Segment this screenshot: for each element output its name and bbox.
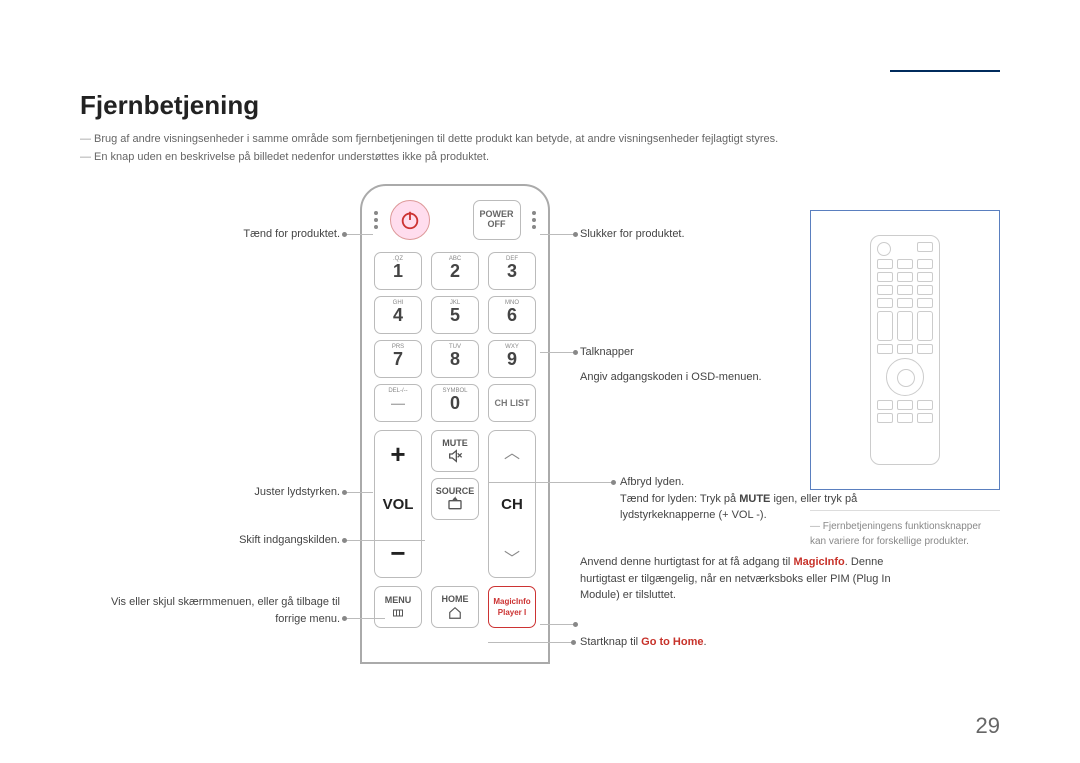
power-off-button: POWER OFF xyxy=(473,200,521,240)
magicinfo-button: MagicInfoPlayer I xyxy=(488,586,536,628)
vol-minus-icon: − xyxy=(390,538,405,569)
keypad-9: WXY9 xyxy=(488,340,536,378)
callout-source: Skift indgangskilden. xyxy=(80,532,340,549)
remote-diagram: POWER OFF .QZ1ABC2DEF3 GHI4JKL5MNO6 PRS7… xyxy=(360,184,550,664)
leader-line xyxy=(488,482,613,483)
decorative-dots xyxy=(532,211,536,229)
power-icon xyxy=(399,209,421,231)
home-button: HOME xyxy=(431,586,479,628)
keypad-4: GHI4 xyxy=(374,296,422,334)
keypad-2: ABC2 xyxy=(431,252,479,290)
leader-line xyxy=(540,352,575,353)
decorative-dots xyxy=(374,211,378,229)
menu-icon xyxy=(390,607,406,619)
home-icon xyxy=(447,606,463,620)
leader-line xyxy=(345,234,373,235)
leader-line xyxy=(540,234,575,235)
volume-rocker: + VOL − xyxy=(374,430,422,578)
header-rule xyxy=(890,70,1000,72)
page-heading: Fjernbetjening xyxy=(80,90,1000,121)
keypad-del: DEL-/--— xyxy=(374,384,422,422)
leader-line xyxy=(345,618,385,619)
leader-line xyxy=(488,642,573,643)
keypad-8: TUV8 xyxy=(431,340,479,378)
keypad-7: PRS7 xyxy=(374,340,422,378)
callout-home: Startknap til Go to Home. xyxy=(580,634,880,651)
power-on-button xyxy=(390,200,430,240)
source-button: SOURCE xyxy=(431,478,479,520)
note-2: En knap uden en beskrivelse på billedet … xyxy=(94,151,489,163)
chevron-down-icon: ﹀ xyxy=(504,545,520,569)
manual-page: Fjernbetjening ―Brug af andre visningsen… xyxy=(0,0,1080,763)
channel-rocker: ︿ CH ﹀ xyxy=(488,430,536,578)
chevron-up-icon: ︿ xyxy=(504,439,520,463)
keypad-5: JKL5 xyxy=(431,296,479,334)
note-1: Brug af andre visningsenheder i samme om… xyxy=(94,133,778,145)
page-number: 29 xyxy=(976,713,1000,739)
leader-line xyxy=(345,540,425,541)
side-note: ― Fjernbetjeningens funktionsknapper kan… xyxy=(810,510,1000,549)
source-icon xyxy=(447,496,463,512)
remote-thumbnail xyxy=(870,235,940,465)
keypad-chlist: CH LIST xyxy=(488,384,536,422)
menu-button: MENU xyxy=(374,586,422,628)
intro-notes: ―Brug af andre visningsenheder i samme o… xyxy=(80,131,1000,166)
keypad-0: SYMBOL0 xyxy=(431,384,479,422)
callout-magicinfo: Anvend denne hurtigtast for at få adgang… xyxy=(580,554,900,604)
keypad-3: DEF3 xyxy=(488,252,536,290)
leader-line xyxy=(345,492,373,493)
remote-thumbnail-box xyxy=(810,210,1000,490)
callout-power-on: Tænd for produktet. xyxy=(80,226,340,243)
mute-button: MUTE xyxy=(431,430,479,472)
callout-volume: Juster lydstyrken. xyxy=(80,484,340,501)
keypad-1: .QZ1 xyxy=(374,252,422,290)
callout-menu: Vis eller skjul skærmmenuen, eller gå ti… xyxy=(80,594,340,627)
vol-plus-icon: + xyxy=(390,439,405,470)
mute-icon xyxy=(447,448,463,464)
leader-line xyxy=(540,624,575,625)
keypad-6: MNO6 xyxy=(488,296,536,334)
